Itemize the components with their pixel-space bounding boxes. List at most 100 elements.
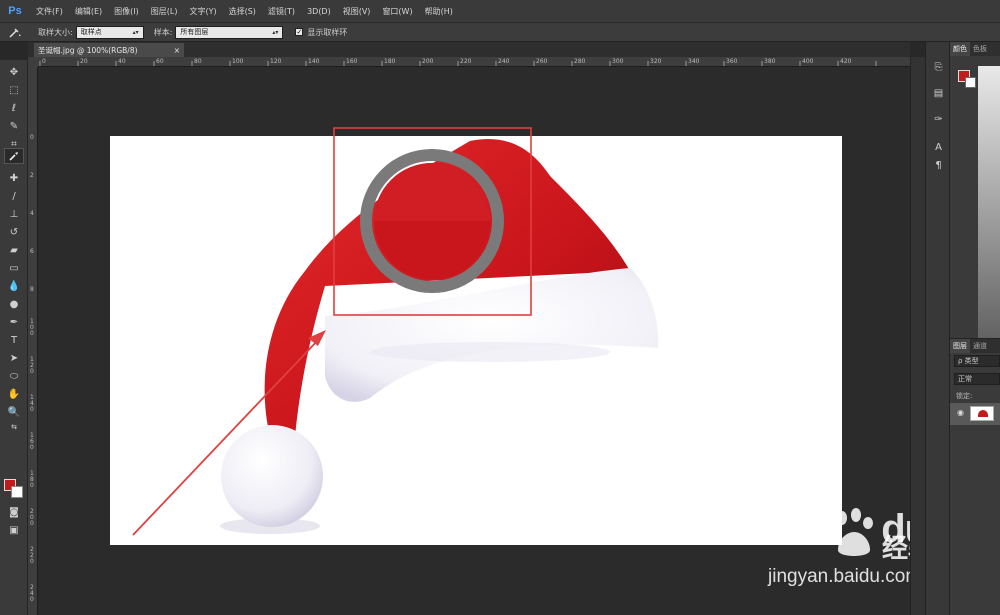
document-canvas[interactable] [110, 136, 842, 545]
ruler-horizontal[interactable]: 0 20 40 60 80 100 120 140 160 180 200 22… [38, 57, 910, 67]
sample-size-label: 取样大小: [38, 27, 73, 37]
sample-select[interactable]: 所有图层 ▴▾ [175, 25, 284, 39]
tab-layers[interactable]: 图层 [950, 339, 970, 353]
swap-colors-icon[interactable]: ⇆ [4, 422, 24, 432]
background-color-swatch[interactable] [11, 486, 23, 498]
tools-panel: ✥ ⬚ ℓ ✎ ⌗ ✚ / ⊥ ↺ ▰ ▭ 💧 ● ✒ T ➤ ⬭ ✋ 🔍 ⇆ … [0, 60, 28, 615]
blur-tool-icon[interactable]: 💧 [4, 278, 24, 294]
lasso-tool-icon[interactable]: ℓ [4, 100, 24, 116]
document-tab[interactable]: 圣诞帽.jpg @ 100%(RGB/8) × [34, 43, 184, 57]
jingyan-url: jingyan.baidu.com [768, 566, 922, 587]
layer-kind-filter[interactable]: ρ 类型 [954, 355, 1000, 367]
color-panel-tabs: 颜色 色板 [950, 42, 1000, 56]
ruler-tick: 60 [156, 58, 164, 65]
properties-panel-icon[interactable]: ▤ [931, 86, 946, 100]
clone-stamp-tool-icon[interactable]: ⊥ [4, 206, 24, 222]
eyedropper-preset-icon[interactable] [0, 26, 30, 38]
ruler-tick: 6 [30, 248, 34, 255]
layer-row[interactable]: ◉ [950, 403, 1000, 425]
screen-mode-icon[interactable]: ▣ [4, 522, 24, 538]
ruler-vertical[interactable]: 0 2 4 6 8 100 120 140 160 180 200 220 24… [28, 67, 38, 615]
menu-view[interactable]: 视图(V) [337, 6, 377, 17]
ellipse-tool-icon[interactable]: ⬭ [4, 368, 24, 384]
ruler-tick: 160 [30, 432, 34, 451]
pen-tool-icon[interactable]: ✒ [4, 314, 24, 330]
chevron-down-icon: ▴▾ [132, 28, 139, 36]
ruler-tick: 300 [612, 58, 624, 65]
ruler-tick: 180 [384, 58, 396, 65]
ruler-tick: 420 [840, 58, 852, 65]
ruler-tick: 140 [30, 394, 34, 413]
paragraph-panel-icon[interactable]: ¶ [931, 158, 946, 172]
menu-image[interactable]: 图像(I) [108, 6, 145, 17]
brush-panel-icon[interactable]: ✑ [931, 112, 946, 126]
move-tool-icon[interactable]: ✥ [4, 64, 24, 80]
ruler-corner[interactable] [28, 57, 38, 67]
ruler-tick: 100 [30, 318, 34, 337]
ruler-tick: 380 [764, 58, 776, 65]
santa-hat-image [220, 139, 659, 534]
menu-window[interactable]: 窗口(W) [376, 6, 418, 17]
eraser-tool-icon[interactable]: ▰ [4, 242, 24, 258]
ruler-tick: 220 [460, 58, 472, 65]
quick-select-tool-icon[interactable]: ✎ [4, 118, 24, 134]
show-ring-label: 显示取样环 [307, 27, 348, 37]
gradient-tool-icon[interactable]: ▭ [4, 260, 24, 276]
type-tool-icon[interactable]: T [4, 332, 24, 348]
ruler-tick: 220 [30, 546, 34, 565]
sample-size-select[interactable]: 取样点 ▴▾ [75, 25, 144, 39]
menu-select[interactable]: 选择(S) [223, 6, 262, 17]
ruler-tick: 260 [536, 58, 548, 65]
ruler-tick: 280 [574, 58, 586, 65]
ruler-tick: 2 [30, 172, 34, 179]
baidu-logo-text: Bai [772, 507, 832, 551]
chevron-down-icon: ▴▾ [272, 28, 279, 36]
ruler-tick: 40 [118, 58, 126, 65]
ruler-tick: 160 [346, 58, 358, 65]
photoshop-logo[interactable]: Ps [0, 5, 30, 17]
menu-type[interactable]: 文字(Y) [183, 6, 222, 17]
menu-file[interactable]: 文件(F) [30, 6, 69, 17]
sample-label: 样本: [153, 27, 173, 37]
panel-background-swatch[interactable] [965, 77, 976, 88]
color-picker-field[interactable] [978, 66, 1000, 366]
history-panel-icon[interactable]: ⎘ [931, 60, 946, 74]
menu-help[interactable]: 帮助(H) [419, 6, 459, 17]
eyedropper-tool-icon[interactable] [4, 148, 24, 164]
ruler-tick: 240 [30, 584, 34, 603]
ruler-tick: 180 [30, 470, 34, 489]
menu-filter[interactable]: 滤镜(T) [262, 6, 301, 17]
tab-channels[interactable]: 通道 [970, 341, 990, 351]
ruler-tick: 100 [232, 58, 244, 65]
dodge-tool-icon[interactable]: ● [4, 296, 24, 312]
show-ring-checkbox[interactable]: ✓ [295, 28, 304, 36]
layer-thumbnail [970, 406, 994, 421]
hand-tool-icon[interactable]: ✋ [4, 386, 24, 402]
menu-edit[interactable]: 编辑(E) [69, 6, 108, 17]
menu-3d[interactable]: 3D(D) [301, 7, 337, 16]
quick-mask-icon[interactable]: ◙ [4, 504, 24, 520]
ruler-tick: 360 [726, 58, 738, 65]
brush-tool-icon[interactable]: / [4, 188, 24, 204]
ruler-tick: 200 [422, 58, 434, 65]
document-tab-bar: 圣诞帽.jpg @ 100%(RGB/8) × [28, 42, 910, 57]
layers-panel: 图层 通道 ρ 类型 正常 锁定: ◉ [950, 338, 1000, 615]
close-icon[interactable]: × [174, 46, 180, 55]
right-panels: 颜色 色板 图层 通道 ρ 类型 正常 锁定: ◉ [950, 42, 1000, 615]
tab-swatches[interactable]: 色板 [970, 44, 990, 54]
character-panel-icon[interactable]: A [931, 140, 946, 154]
vertical-scrollbar[interactable] [910, 57, 925, 615]
menu-layer[interactable]: 图层(L) [145, 6, 184, 17]
healing-brush-tool-icon[interactable]: ✚ [4, 170, 24, 186]
history-brush-tool-icon[interactable]: ↺ [4, 224, 24, 240]
blend-mode-select[interactable]: 正常 [954, 373, 1000, 385]
path-select-tool-icon[interactable]: ➤ [4, 350, 24, 366]
tab-color[interactable]: 颜色 [950, 42, 970, 56]
options-bar: 取样大小: 取样点 ▴▾ 样本: 所有图层 ▴▾ ✓ 显示取样环 [0, 22, 1000, 42]
marquee-tool-icon[interactable]: ⬚ [4, 82, 24, 98]
eye-icon[interactable]: ◉ [957, 408, 964, 417]
ruler-tick: 340 [688, 58, 700, 65]
ruler-tick: 80 [194, 58, 202, 65]
ruler-tick: 120 [270, 58, 282, 65]
zoom-tool-icon[interactable]: 🔍 [4, 404, 24, 420]
